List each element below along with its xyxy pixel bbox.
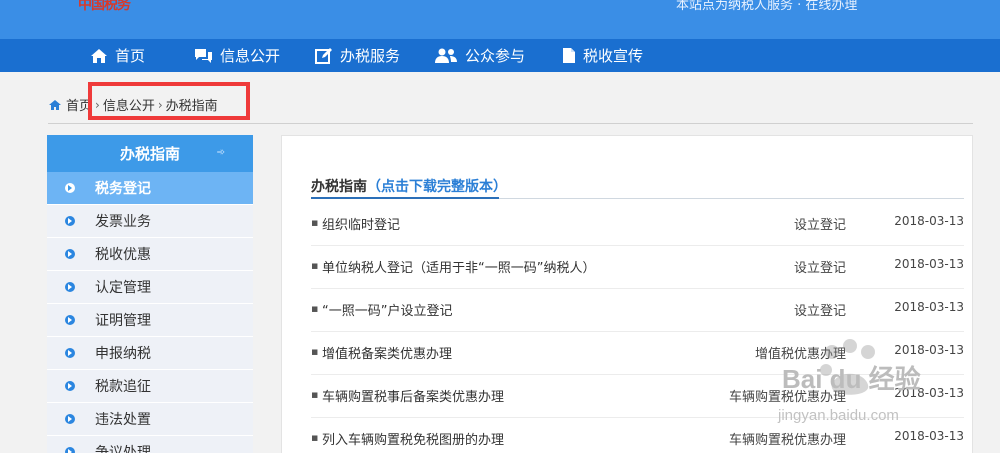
- list-item: ▪ 列入车辆购置税免税图册的办理 车辆购置税优惠办理 2018-03-13: [311, 418, 964, 453]
- nav-item-home[interactable]: 首页: [90, 39, 145, 72]
- home-icon: [91, 48, 107, 63]
- sidebar-item-violations[interactable]: 违法处置: [47, 403, 253, 436]
- list-item-category: 增值税优惠办理: [754, 347, 846, 362]
- sidebar-item-filing[interactable]: 申报纳税: [47, 337, 253, 370]
- sidebar-title: 办税指南 ➾: [47, 135, 253, 172]
- circle-arrow-icon: [65, 447, 75, 453]
- nav-label-public-participation: 公众参与: [465, 47, 526, 65]
- content-panel: 办税指南（点击下载完整版本） ▪ 组织临时登记 设立登记 2018-03-13 …: [281, 135, 973, 453]
- sidebar-item-label: 申报纳税: [95, 346, 151, 362]
- list-item-category: 设立登记: [793, 261, 846, 276]
- list-item-date: 2018-03-13: [894, 300, 964, 314]
- nav-label-info-public: 信息公开: [220, 47, 281, 65]
- list-item-category: 设立登记: [793, 304, 846, 319]
- content-list: 办税指南（点击下载完整版本） ▪ 组织临时登记 设立登记 2018-03-13 …: [292, 146, 964, 453]
- sidebar-item-label: 发票业务: [95, 214, 151, 230]
- sidebar: 办税指南 ➾ 税务登记 发票业务 税收优惠 认定管理 证明管理 申报纳税 税款追…: [47, 135, 253, 453]
- nav-item-info-public[interactable]: 信息公开: [194, 39, 280, 72]
- chat-icon: [195, 48, 212, 63]
- circle-arrow-icon: [65, 414, 75, 424]
- panel-title: 办税指南（点击下载完整版本）: [311, 176, 507, 196]
- circle-arrow-icon: [65, 282, 75, 292]
- list-item-date: 2018-03-13: [894, 257, 964, 271]
- list-item-title[interactable]: 列入车辆购置税免税图册的办理: [322, 429, 504, 448]
- home-small-icon: [49, 99, 61, 110]
- sidebar-item-collection[interactable]: 税款追征: [47, 370, 253, 403]
- download-full-version-link[interactable]: （点击下载完整版本）: [367, 179, 507, 195]
- sidebar-item-invoice[interactable]: 发票业务: [47, 205, 253, 238]
- sidebar-title-text: 办税指南: [119, 145, 180, 163]
- sidebar-item-label: 税务登记: [95, 181, 151, 197]
- file-icon: [563, 48, 575, 63]
- sidebar-item-label: 证明管理: [95, 313, 151, 329]
- arrow-right-icon: ➾: [216, 147, 225, 158]
- site-logo[interactable]: 中国税务: [78, 0, 131, 14]
- bullet-icon: ▪: [311, 302, 319, 315]
- circle-arrow-icon: [65, 216, 75, 226]
- list-item-category: 设立登记: [793, 218, 846, 233]
- list-item: ▪ 增值税备案类优惠办理 增值税优惠办理 2018-03-13: [311, 332, 964, 375]
- list-item-category: 车辆购置税优惠办理: [728, 390, 846, 405]
- nav-label-tax-service: 办税服务: [340, 47, 401, 65]
- sidebar-item-label: 争议处理: [95, 445, 151, 453]
- circle-arrow-icon: [65, 315, 75, 325]
- sidebar-item-label: 税收优惠: [95, 247, 151, 263]
- nav-item-tax-service[interactable]: 办税服务: [315, 39, 400, 72]
- list-item-title[interactable]: “一照一码”户设立登记: [322, 300, 452, 319]
- list-item-title[interactable]: 单位纳税人登记（适用于非“一照一码”纳税人）: [322, 257, 595, 276]
- circle-arrow-icon: [65, 249, 75, 259]
- list-item: ▪ 组织临时登记 设立登记 2018-03-13: [311, 203, 964, 246]
- sidebar-item-certification[interactable]: 认定管理: [47, 271, 253, 304]
- sidebar-item-label: 认定管理: [95, 280, 151, 296]
- bullet-icon: ▪: [311, 259, 319, 272]
- panel-title-text: 办税指南: [311, 179, 367, 195]
- list-item: ▪ 车辆购置税事后备案类优惠办理 车辆购置税优惠办理 2018-03-13: [311, 375, 964, 418]
- bullet-icon: ▪: [311, 216, 319, 229]
- sidebar-item-proof[interactable]: 证明管理: [47, 304, 253, 337]
- title-accent-bar: [311, 197, 499, 199]
- list-item-title[interactable]: 组织临时登记: [322, 214, 400, 233]
- list-item-category: 车辆购置税优惠办理: [728, 433, 846, 448]
- red-highlight-box: [88, 82, 250, 120]
- nav-label-home: 首页: [115, 47, 146, 65]
- list-item-date: 2018-03-13: [894, 429, 964, 443]
- circle-arrow-icon: [65, 348, 75, 358]
- nav-label-tax-publicity: 税收宣传: [583, 47, 644, 65]
- list-item: ▪ “一照一码”户设立登记 设立登记 2018-03-13: [311, 289, 964, 332]
- edit-icon: [315, 48, 332, 64]
- nav-item-public-participation[interactable]: 公众参与: [434, 39, 525, 72]
- sidebar-item-tax-incentives[interactable]: 税收优惠: [47, 238, 253, 271]
- nav-item-tax-publicity[interactable]: 税收宣传: [562, 39, 643, 72]
- sidebar-item-disputes[interactable]: 争议处理: [47, 436, 253, 453]
- list-item: ▪ 单位纳税人登记（适用于非“一照一码”纳税人） 设立登记 2018-03-13: [311, 246, 964, 289]
- bullet-icon: ▪: [311, 388, 319, 401]
- main-nav: 首页 信息公开 办税服务 公众参与 税收宣传: [0, 39, 1000, 72]
- header-top-right-text: 本站点为纳税人服务 · 在线办理: [676, 0, 858, 13]
- list-item-title[interactable]: 车辆购置税事后备案类优惠办理: [322, 386, 504, 405]
- circle-arrow-icon: [65, 381, 75, 391]
- sidebar-item-label: 违法处置: [95, 412, 151, 428]
- list-item-date: 2018-03-13: [894, 343, 964, 357]
- list-item-date: 2018-03-13: [894, 214, 964, 228]
- list-item-date: 2018-03-13: [894, 386, 964, 400]
- users-icon: [435, 48, 457, 63]
- bullet-icon: ▪: [311, 345, 319, 358]
- sidebar-item-label: 税款追征: [95, 379, 151, 395]
- sidebar-item-tax-registration[interactable]: 税务登记: [47, 172, 253, 205]
- circle-arrow-icon: [65, 183, 75, 193]
- bullet-icon: ▪: [311, 431, 319, 444]
- list-item-title[interactable]: 增值税备案类优惠办理: [322, 343, 452, 362]
- site-header: 中国税务 本站点为纳税人服务 · 在线办理: [0, 0, 1000, 39]
- breadcrumb-divider: [48, 123, 973, 124]
